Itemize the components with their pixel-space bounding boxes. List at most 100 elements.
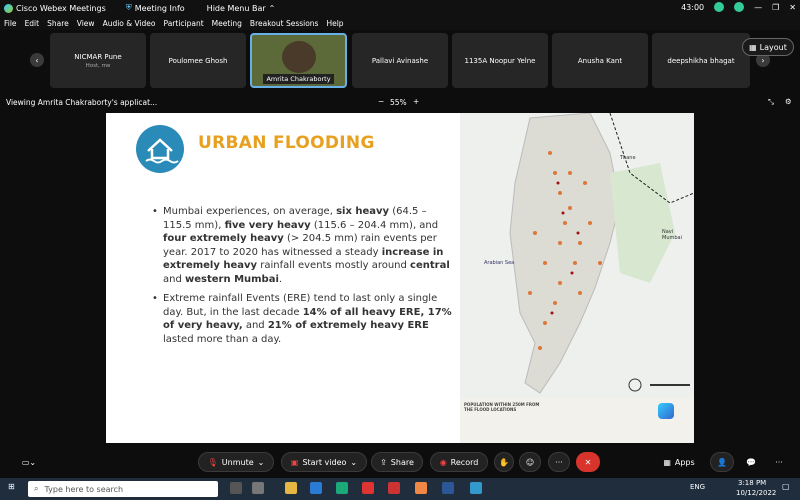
menu-edit[interactable]: Edit <box>25 19 40 28</box>
menu-breakout[interactable]: Breakout Sessions <box>250 19 319 28</box>
reactions-button[interactable]: ✋ <box>494 452 514 472</box>
person-icon: 👤 <box>717 457 727 467</box>
zoom-out-button[interactable]: − <box>378 97 384 106</box>
options-icon[interactable]: ⚙ <box>785 97 792 106</box>
bullet-item: Mumbai experiences, on average, six heav… <box>152 205 452 286</box>
start-video-button[interactable]: ▣ Start video ⌄ <box>281 452 367 472</box>
menu-meeting[interactable]: Meeting <box>212 19 242 28</box>
unmute-button[interactable]: 🎙 Unmute ⌄ <box>198 452 274 472</box>
webex-logo-icon <box>4 3 13 13</box>
search-icon: ⌕ <box>34 484 39 493</box>
menu-help[interactable]: Help <box>326 19 343 28</box>
smiley-icon: ☺ <box>525 457 535 467</box>
taskbar: ⊞ ⌕ Type here to search ENG 3:18 PM 10/12… <box>0 478 800 500</box>
slide-title: URBAN FLOODING <box>198 133 375 153</box>
map-label-sea: Arabian Sea <box>484 260 515 266</box>
emoji-button[interactable]: ☺ <box>519 452 541 472</box>
clock-time: 3:18 PM <box>738 479 767 487</box>
participant-tile[interactable]: Anusha Kant <box>552 33 648 88</box>
language-indicator[interactable]: ENG <box>690 483 705 491</box>
chat-button[interactable]: 💬 <box>740 452 762 472</box>
participant-tile[interactable]: 1135A Noopur Yelne <box>452 33 548 88</box>
edge-icon[interactable] <box>310 482 322 494</box>
file-explorer-icon[interactable] <box>285 482 297 494</box>
flood-house-icon <box>136 125 184 173</box>
widgets-icon[interactable] <box>252 482 264 494</box>
share-icon: ⇪ <box>380 457 387 467</box>
taskbar-search[interactable]: ⌕ Type here to search <box>28 481 218 497</box>
layout-button[interactable]: ▦ Layout <box>742 38 794 56</box>
hide-menu-bar-button[interactable]: Hide Menu Bar <box>207 4 266 13</box>
menu-view[interactable]: View <box>77 19 95 28</box>
app-title: Cisco Webex Meetings <box>16 3 106 13</box>
participant-strip: ‹ NICMAR Pune Host, me Poulomee Ghosh Amr… <box>0 31 800 89</box>
status-icon <box>714 2 725 12</box>
record-icon: ◉ <box>439 457 447 467</box>
acrobat-icon[interactable] <box>388 482 400 494</box>
bullet-item: Extreme rainfall Events (ERE) tend to la… <box>152 292 452 346</box>
more-icon: ··· <box>555 457 563 467</box>
more-panels-button[interactable]: ··· <box>768 452 790 472</box>
record-button[interactable]: ◉ Record <box>430 452 488 472</box>
meeting-timer: 43:00 <box>681 2 705 12</box>
more-options-button[interactable]: ··· <box>548 452 570 472</box>
apps-button[interactable]: ▦ Apps <box>656 452 702 472</box>
shield-icon: ⛨ <box>125 3 132 12</box>
participant-tile[interactable]: NICMAR Pune Host, me <box>50 33 146 88</box>
menu-participant[interactable]: Participant <box>164 19 204 28</box>
more-icon: ··· <box>775 457 783 467</box>
zoom-level: 55% <box>390 98 407 107</box>
shared-slide: URBAN FLOODING Mumbai experiences, on av… <box>106 113 694 443</box>
video-off-icon: ▣ <box>290 457 299 467</box>
viewing-bar: Viewing Amrita Chakraborty's applicat...… <box>0 96 800 110</box>
annotate-icon[interactable]: ⤡ <box>768 97 774 107</box>
status-icon-2 <box>734 2 745 12</box>
active-speaker-tile[interactable]: Amrita Chakraborty <box>250 33 347 88</box>
map-label-thane: Thane <box>620 155 636 161</box>
participant-tile[interactable]: deepshikha bhagat <box>652 33 750 88</box>
chat-icon: 💬 <box>746 457 756 467</box>
close-icon[interactable]: ✕ <box>789 3 796 12</box>
captions-icon[interactable]: ▭⌄ <box>16 452 42 472</box>
menu-audio-video[interactable]: Audio & Video <box>103 19 156 28</box>
close-icon: ✕ <box>584 457 592 467</box>
task-view-icon[interactable] <box>230 482 242 494</box>
map-graphic <box>460 113 694 398</box>
flood-map: Thane Navi Mumbai Arabian Sea POPULATION… <box>460 113 694 443</box>
apps-icon: ▦ <box>663 457 671 467</box>
minimize-icon[interactable]: — <box>754 3 762 12</box>
menu-bar: File Edit Share View Audio & Video Parti… <box>0 16 800 30</box>
maximize-icon[interactable]: ❐ <box>772 3 779 12</box>
map-legend-title: POPULATION WITHIN 250M FROM THE FLOOD LO… <box>464 402 540 412</box>
webex-watermark-icon <box>658 403 674 419</box>
meeting-info-button[interactable]: ⛨ Meeting Info <box>126 3 185 13</box>
zoom-in-button[interactable]: + <box>413 97 419 106</box>
edge-alt-icon[interactable] <box>336 482 348 494</box>
map-label-navi: Navi Mumbai <box>662 229 682 241</box>
participants-button[interactable]: 👤 <box>710 452 734 472</box>
title-bar: Cisco Webex Meetings ⛨ Meeting Info Hide … <box>0 0 800 16</box>
mic-muted-icon: 🎙 <box>207 457 218 467</box>
viewing-label: Viewing Amrita Chakraborty's applicat... <box>6 98 158 107</box>
layout-icon: ▦ <box>749 42 757 52</box>
word-icon[interactable] <box>442 482 454 494</box>
share-button[interactable]: ⇪ Share <box>371 452 423 472</box>
menu-file[interactable]: File <box>4 19 17 28</box>
webex-taskbar-icon[interactable] <box>470 482 482 494</box>
menu-share[interactable]: Share <box>47 19 69 28</box>
chevron-down-icon: ⌄ <box>257 457 265 467</box>
hand-icon: ✋ <box>499 457 509 467</box>
video-feed <box>282 41 316 73</box>
scroll-left-icon[interactable]: ‹ <box>30 53 44 67</box>
windows-start-icon[interactable]: ⊞ <box>8 482 15 491</box>
chevron-down-icon: ⌄ <box>350 457 358 467</box>
participant-tile[interactable]: Pallavi Avinashe <box>352 33 448 88</box>
end-meeting-button[interactable]: ✕ <box>576 452 600 472</box>
notifications-icon[interactable]: ▢ <box>782 482 790 491</box>
participant-tile[interactable]: Poulomee Ghosh <box>150 33 246 88</box>
bullet-list: Mumbai experiences, on average, six heav… <box>152 205 452 352</box>
chrome-icon[interactable] <box>415 482 427 494</box>
chevron-up-icon[interactable]: ⌃ <box>269 4 276 13</box>
pdf-icon[interactable] <box>362 482 374 494</box>
clock-date: 10/12/2022 <box>736 489 777 497</box>
